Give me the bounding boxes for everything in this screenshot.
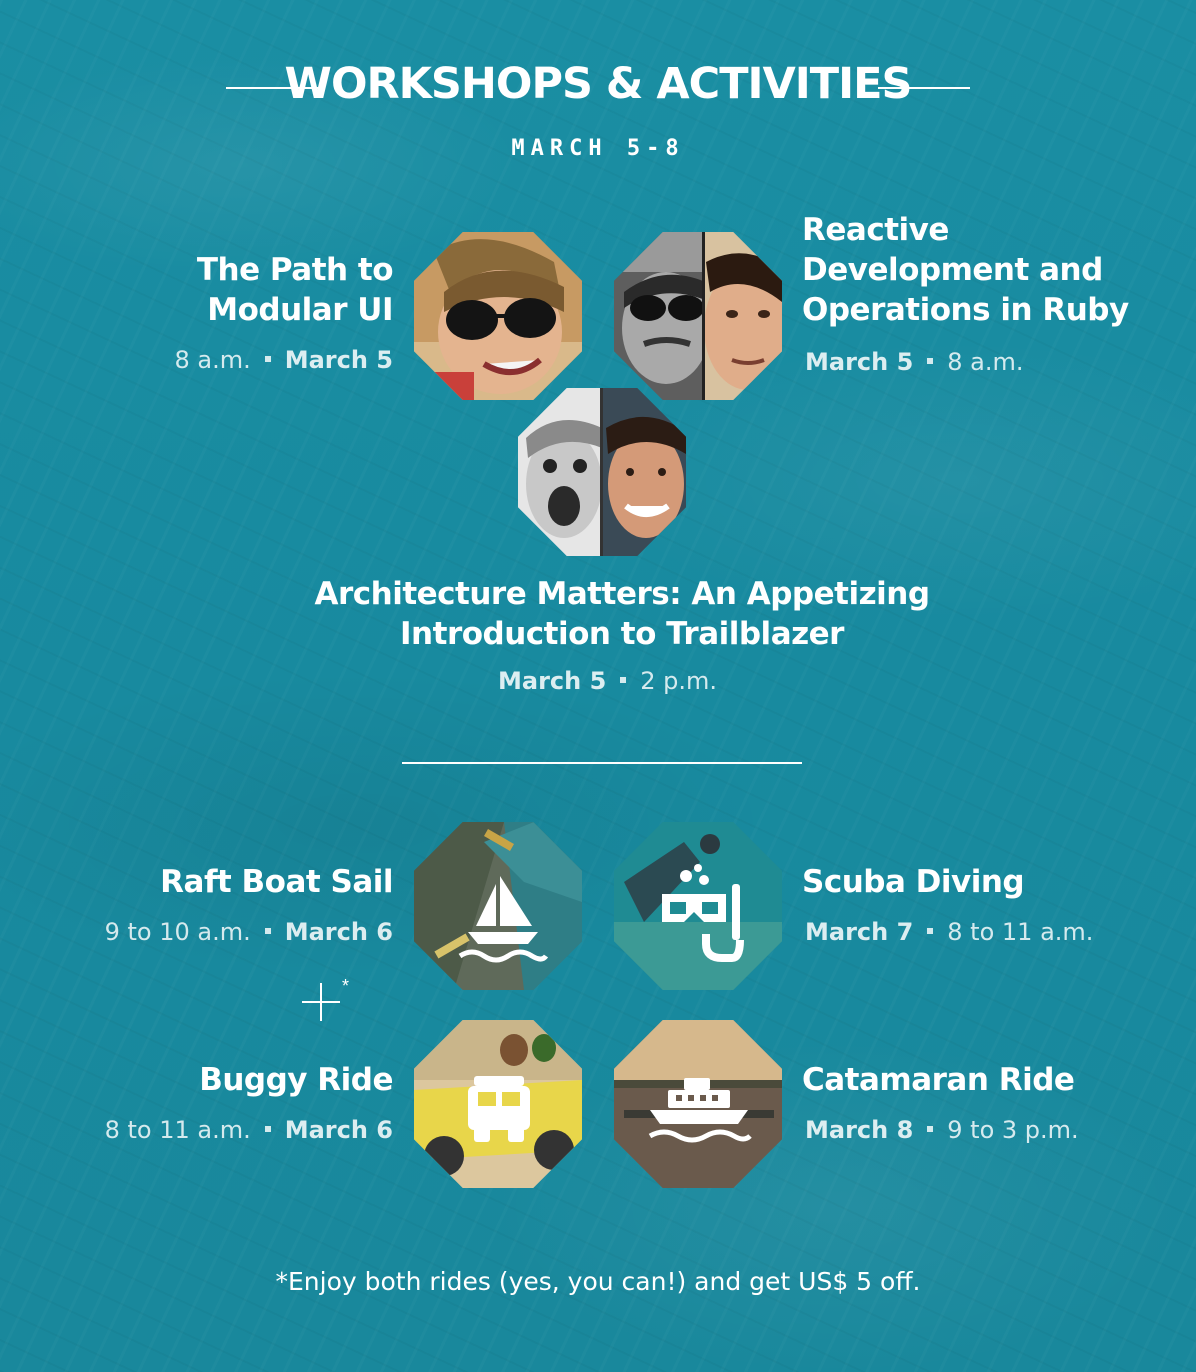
separator-dot [264, 928, 271, 934]
separator-dot [264, 356, 271, 362]
workshop-meta-reactive-ruby: March 58 a.m. [805, 348, 1024, 376]
page-subtitle: MARCH 5-8 [511, 136, 685, 161]
activity-title-scuba-diving: Scuba Diving [802, 864, 1025, 900]
combo-plus-icon-vertical [320, 983, 322, 1021]
separator-dot [620, 677, 627, 683]
workshop-title-reactive-ruby: Reactive Development and Operations in R… [802, 212, 1129, 328]
activity-photo-buggy-ride [414, 1020, 582, 1188]
activity-meta-buggy-ride: 8 to 11 a.m. March 6 [104, 1116, 393, 1144]
section-divider [402, 762, 802, 764]
separator-dot [927, 358, 934, 364]
speaker-photo-modular-ui [414, 232, 582, 400]
discount-footnote: *Enjoy both rides (yes, you can!) and ge… [275, 1267, 921, 1296]
activity-meta-catamaran-ride: March 89 to 3 p.m. [805, 1116, 1079, 1144]
separator-dot [927, 928, 934, 934]
activity-photo-scuba-diving [614, 822, 782, 990]
activity-title-buggy-ride: Buggy Ride [199, 1062, 393, 1098]
activity-meta-raft-boat-sail: 9 to 10 a.m. March 6 [104, 918, 393, 946]
activity-title-catamaran-ride: Catamaran Ride [802, 1062, 1075, 1098]
workshop-meta-modular-ui: 8 a.m. March 5 [174, 346, 393, 374]
speaker-photo-reactive-ruby [614, 232, 782, 400]
separator-dot [927, 1126, 934, 1132]
page-title: WORKSHOPS & ACTIVITIES [284, 59, 913, 109]
workshop-meta-trailblazer: March 52 p.m. [498, 667, 718, 695]
workshop-title-trailblazer: Architecture Matters: An Appetizing Intr… [314, 576, 930, 652]
activity-photo-raft-boat-sail [414, 822, 582, 990]
speaker-photo-trailblazer [518, 388, 686, 556]
workshop-title-modular-ui: The Path to Modular UI [196, 252, 394, 328]
combo-asterisk: * [342, 976, 350, 996]
activity-photo-catamaran-ride [614, 1020, 782, 1188]
activity-title-raft-boat-sail: Raft Boat Sail [160, 864, 393, 900]
activity-meta-scuba-diving: March 78 to 11 a.m. [805, 918, 1094, 946]
separator-dot [264, 1126, 271, 1132]
